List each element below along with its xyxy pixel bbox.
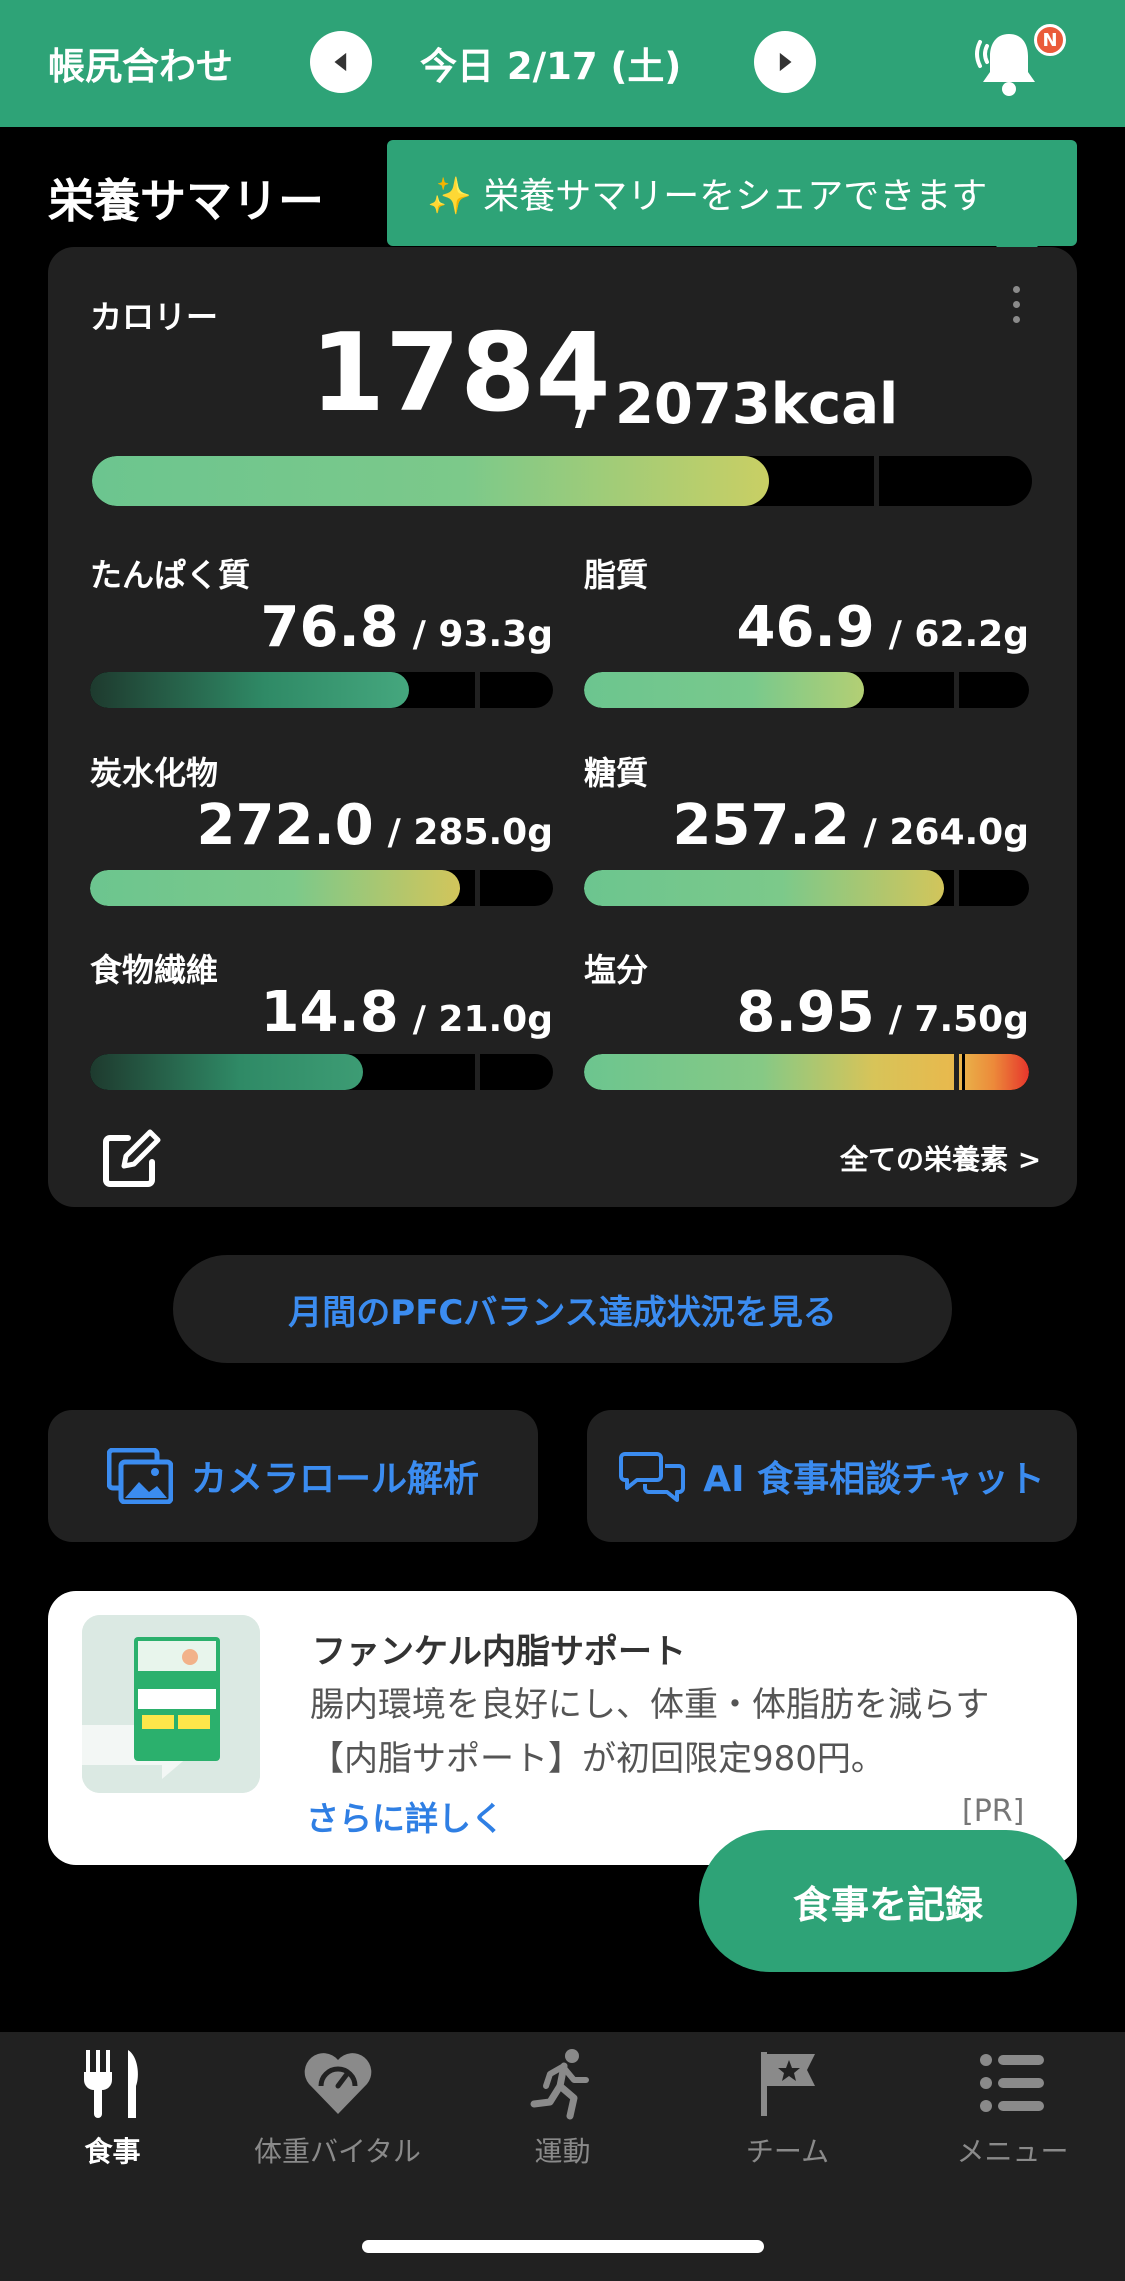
nutrient-target: / 264.0g	[863, 812, 1029, 853]
record-meal-button[interactable]: 食事を記録	[699, 1830, 1077, 1972]
nutrient-label: 塩分	[584, 951, 649, 989]
nutrient-target: / 62.2g	[888, 614, 1029, 655]
app-header: 帳尻合わせ 今日 2/17 (土) N	[0, 0, 1125, 127]
tab-team-label: チーム	[745, 2135, 830, 2168]
photo-gallery-icon	[106, 1448, 173, 1504]
ad-description: 腸内環境を良好にし、体重・体脂肪を減らす【内脂サポート】が初回限定980円。	[310, 1685, 990, 1779]
summary-title: 栄養サマリー	[48, 174, 324, 228]
tab-meal-label: 食事	[84, 2135, 141, 2168]
nutrient-label: たんぱく質	[90, 556, 251, 594]
chat-bubbles-icon	[619, 1452, 686, 1502]
nutrient-progress-fill	[90, 1054, 364, 1090]
nutrient-value-row: 14.8/ 21.0g	[261, 985, 553, 1041]
chevron-left-icon	[334, 52, 347, 72]
nutrient-progress-bar	[90, 870, 553, 906]
home-indicator	[362, 2240, 764, 2253]
calorie-progress-bar	[92, 456, 1032, 506]
balance-adjust-title[interactable]: 帳尻合わせ	[48, 36, 233, 90]
nutrient-progress-fill	[90, 672, 410, 708]
nutrient-progress-fill	[584, 870, 945, 906]
nutrient-value: 76.8	[260, 595, 399, 660]
tab-menu[interactable]: メニュー	[900, 2046, 1125, 2170]
nutrient-label: 食物繊維	[90, 951, 219, 989]
ad-title: ファンケル内脂サポート	[312, 1632, 686, 1672]
chevron-right-icon	[779, 52, 792, 72]
nutrient-progress-bar	[90, 672, 553, 708]
nutrient-value-row: 46.9/ 62.2g	[737, 600, 1029, 656]
share-tooltip[interactable]: ✨ 栄養サマリーをシェアできます	[387, 140, 1077, 246]
tab-weight-vital[interactable]: 体重バイタル	[225, 2046, 450, 2170]
tab-menu-label: メニュー	[956, 2135, 1069, 2168]
edit-icon[interactable]	[98, 1128, 162, 1192]
nutrient-label: 脂質	[584, 556, 649, 594]
list-icon	[979, 2054, 1044, 2112]
current-date[interactable]: 今日 2/17 (土)	[420, 36, 681, 90]
monthly-pfc-button[interactable]: 月間のPFCバランス達成状況を見る	[173, 1255, 952, 1363]
tab-weight-label: 体重バイタル	[254, 2135, 421, 2168]
ad-pr-label: [PR]	[962, 1794, 1025, 1829]
nutrient-value-row: 8.95/ 7.50g	[737, 985, 1029, 1041]
nutrient-value: 272.0	[196, 793, 374, 858]
nutrient-target: / 93.3g	[412, 614, 553, 655]
nutrient-value: 257.2	[672, 793, 850, 858]
nutrient-progress-bar	[584, 672, 1029, 708]
nutrient-target: / 21.0g	[412, 999, 553, 1040]
all-nutrients-link[interactable]: 全ての栄養素 >	[840, 1138, 1041, 1178]
camera-roll-analysis-button[interactable]: カメラロール解析	[48, 1410, 538, 1542]
nutrient-value: 46.9	[736, 595, 875, 660]
calorie-target: / 2073kcal	[575, 372, 899, 437]
next-day-button[interactable]	[754, 31, 816, 93]
nutrient-label: 糖質	[584, 754, 649, 792]
notification-badge: N	[1034, 24, 1066, 56]
nutrient-progress-bar	[90, 1054, 553, 1090]
nutrient-value-row: 272.0/ 285.0g	[197, 798, 553, 854]
nutrient-progress-bar	[584, 1054, 1029, 1090]
fork-knife-icon	[83, 2050, 138, 2118]
nutrient-target: / 285.0g	[387, 812, 553, 853]
ad-more-link[interactable]: さらに詳しく	[306, 1792, 504, 1840]
nutrient-value-row: 257.2/ 264.0g	[673, 798, 1029, 854]
nutrient-progress-fill	[584, 672, 865, 708]
nutrient-value-row: 76.8/ 93.3g	[261, 600, 553, 656]
heart-gauge-icon	[304, 2053, 371, 2114]
calorie-label: カロリー	[90, 298, 219, 336]
tab-exercise-label: 運動	[534, 2135, 591, 2168]
nutrient-progress-fill	[90, 870, 461, 906]
ai-chat-label: AI 食事相談チャット	[703, 1459, 1045, 1500]
tab-meal[interactable]: 食事	[0, 2046, 225, 2170]
nutrient-target: / 7.50g	[888, 999, 1029, 1040]
ai-meal-chat-button[interactable]: AI 食事相談チャット	[587, 1410, 1077, 1542]
tab-exercise[interactable]: 運動	[450, 2046, 675, 2170]
more-options-icon[interactable]	[1008, 286, 1024, 330]
camera-roll-label: カメラロール解析	[190, 1459, 479, 1500]
nutrient-label: 炭水化物	[90, 754, 219, 792]
prev-day-button[interactable]	[310, 31, 372, 93]
nutrient-value: 8.95	[736, 980, 875, 1045]
ad-product-image[interactable]	[82, 1615, 260, 1793]
flag-star-icon	[760, 2052, 815, 2116]
tab-team[interactable]: チーム	[675, 2046, 900, 2170]
runner-icon	[530, 2049, 589, 2120]
calorie-value: 1784	[310, 311, 611, 436]
nutrient-value: 14.8	[260, 980, 399, 1045]
nutrient-progress-bar	[584, 870, 1029, 906]
